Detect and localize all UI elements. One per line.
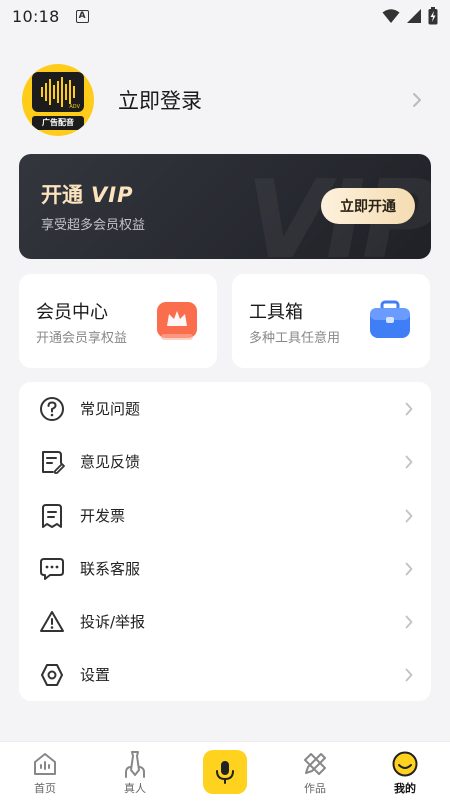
menu-label: 常见问题 [80,400,141,418]
menu-list: 常见问题 意见反馈 开发票 联系客服 投诉/举报 设置 [19,382,431,701]
smiley-icon [392,750,418,778]
battery-charging-icon [428,7,438,25]
menu-item-invoice[interactable]: 开发票 [19,489,431,542]
chevron-right-icon [405,668,413,682]
signal-icon [407,9,421,23]
chat-icon [39,556,65,582]
question-icon [39,396,65,422]
open-vip-button[interactable]: 立即开通 [321,188,415,224]
avatar[interactable]: ADV 广告配音 [22,64,94,136]
status-time: 10:18 [12,6,60,26]
card-subtitle: 多种工具任意用 [249,331,341,346]
pencil-ruler-icon [302,750,328,778]
card-title: 会员中心 [36,302,108,323]
menu-item-report[interactable]: 投诉/举报 [19,595,431,648]
nav-label: 我的 [394,782,416,795]
crown-icon [157,302,197,340]
chevron-right-icon [405,562,413,576]
toolbox-card[interactable]: 工具箱 多种工具任意用 [232,274,430,368]
vip-banner[interactable]: VIP 开通 VIP 享受超多会员权益 立即开通 [19,154,431,259]
invoice-icon [39,503,65,529]
nav-home[interactable]: 首页 [0,742,90,801]
toolbox-icon [370,300,410,338]
chevron-right-icon [405,615,413,629]
vip-subtitle: 享受超多会员权益 [41,218,146,233]
person-tie-icon [122,750,148,778]
login-text[interactable]: 立即登录 [118,85,202,115]
nav-label: 首页 [34,782,56,795]
chevron-right-icon [405,509,413,523]
mic-button[interactable] [203,750,247,794]
chevron-right-icon [413,93,421,107]
home-icon [32,750,58,778]
avatar-badge: ADV [69,104,80,110]
menu-item-feedback[interactable]: 意见反馈 [19,435,431,488]
card-title: 工具箱 [249,302,303,323]
menu-label: 开发票 [80,507,126,525]
member-center-card[interactable]: 会员中心 开通会员享权益 [19,274,217,368]
vip-title-vip: VIP [91,183,134,207]
wifi-icon [382,9,400,23]
nav-record[interactable] [180,742,270,801]
profile-login-row[interactable]: ADV 广告配音 立即登录 [22,64,432,136]
mic-icon [216,761,234,784]
avatar-label: 广告配音 [32,116,84,130]
status-bar: 10:18 A [0,0,450,32]
warning-icon [39,609,65,635]
settings-icon [39,662,65,688]
notification-a-icon: A [75,9,89,23]
chevron-right-icon [405,402,413,416]
status-icons [382,7,438,25]
menu-item-faq[interactable]: 常见问题 [19,382,431,435]
menu-label: 联系客服 [80,560,141,578]
menu-item-customer-service[interactable]: 联系客服 [19,542,431,595]
chevron-right-icon [405,455,413,469]
nav-real-person[interactable]: 真人 [90,742,180,801]
nav-label: 作品 [304,782,326,795]
vip-title: 开通 VIP [41,179,133,209]
vip-title-cn: 开通 [41,183,83,207]
nav-mine[interactable]: 我的 [360,742,450,801]
menu-item-settings[interactable]: 设置 [19,648,431,701]
nav-works[interactable]: 作品 [270,742,360,801]
feedback-icon [39,449,65,475]
nav-label: 真人 [124,782,146,795]
bottom-nav: 首页 真人 作品 我的 [0,741,450,801]
menu-label: 意见反馈 [80,453,141,471]
card-subtitle: 开通会员享权益 [36,331,128,346]
menu-label: 投诉/举报 [80,613,146,631]
menu-label: 设置 [80,666,111,684]
